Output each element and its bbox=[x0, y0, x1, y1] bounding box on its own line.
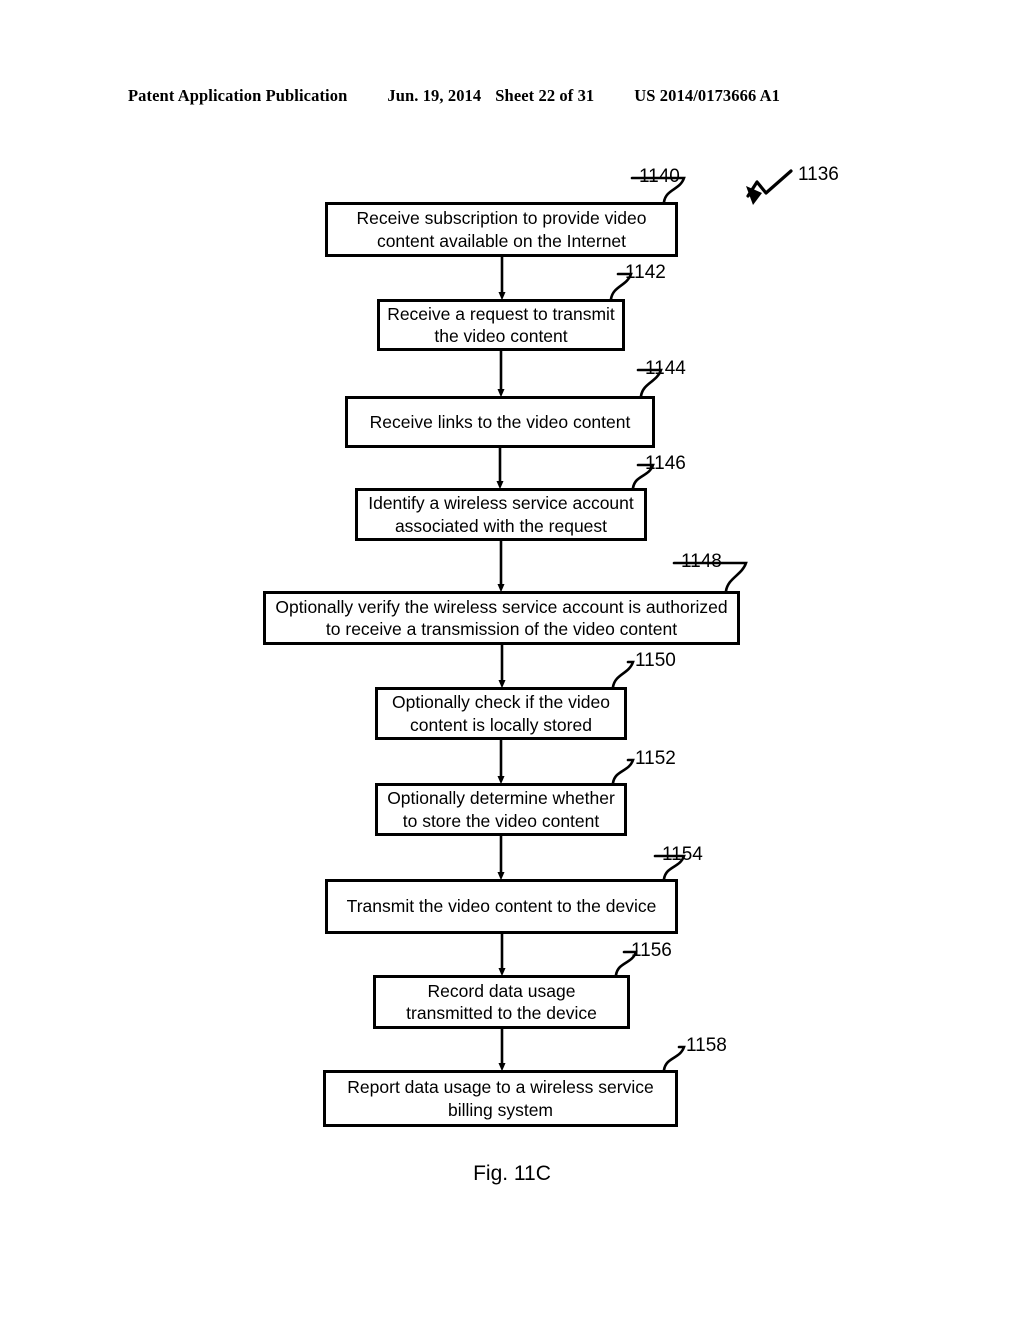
process-box-label: Identify a wireless service account asso… bbox=[368, 493, 634, 536]
flowchart-diagram: Receive subscription to provide video co… bbox=[0, 0, 1024, 1320]
process-box-1150: Optionally check if the video content is… bbox=[375, 687, 627, 740]
reference-numeral-1144: 1144 bbox=[645, 358, 686, 379]
leader-line-1152 bbox=[611, 758, 635, 785]
reference-numeral-1148: 1148 bbox=[681, 551, 722, 572]
reference-numeral-1158: 1158 bbox=[686, 1035, 727, 1056]
figure-caption: Fig. 11C bbox=[473, 1162, 551, 1185]
process-box-1158: Report data usage to a wireless service … bbox=[323, 1070, 678, 1127]
leader-line-1150 bbox=[611, 660, 635, 689]
process-box-1156: Record data usage transmitted to the dev… bbox=[373, 975, 630, 1029]
connector-arrows bbox=[496, 257, 506, 1072]
process-box-label: Receive subscription to provide video co… bbox=[356, 208, 647, 251]
leader-line-1158 bbox=[662, 1045, 686, 1072]
reference-numeral-1136: 1136 bbox=[798, 164, 839, 185]
process-box-label: Receive a request to transmit the video … bbox=[387, 303, 615, 346]
process-box-1144: Receive links to the video content bbox=[345, 396, 655, 448]
process-box-1148: Optionally verify the wireless service a… bbox=[263, 591, 740, 645]
reference-numeral-1146: 1146 bbox=[645, 453, 686, 474]
process-box-1152: Optionally determine whether to store th… bbox=[375, 783, 627, 836]
process-box-label: Optionally determine whether to store th… bbox=[387, 788, 615, 831]
process-box-1140: Receive subscription to provide video co… bbox=[325, 202, 678, 257]
reference-numeral-1156: 1156 bbox=[631, 940, 672, 961]
process-box-1154: Transmit the video content to the device bbox=[325, 879, 678, 934]
figure-ref-zigzag-arrow bbox=[746, 169, 793, 205]
process-box-label: Optionally verify the wireless service a… bbox=[275, 596, 728, 639]
process-box-1142: Receive a request to transmit the video … bbox=[377, 299, 625, 351]
process-box-label: Optionally check if the video content is… bbox=[392, 692, 610, 735]
reference-numeral-1142: 1142 bbox=[625, 262, 666, 283]
process-box-label: Record data usage transmitted to the dev… bbox=[406, 980, 597, 1023]
process-box-label: Receive links to the video content bbox=[369, 411, 631, 432]
reference-numeral-1154: 1154 bbox=[662, 844, 703, 865]
process-box-label: Report data usage to a wireless service … bbox=[347, 1077, 654, 1120]
process-box-label: Transmit the video content to the device bbox=[346, 896, 657, 917]
reference-numeral-1150: 1150 bbox=[635, 650, 676, 671]
reference-numeral-1152: 1152 bbox=[635, 748, 676, 769]
process-box-1146: Identify a wireless service account asso… bbox=[355, 488, 647, 541]
reference-numeral-1140: 1140 bbox=[639, 166, 680, 187]
